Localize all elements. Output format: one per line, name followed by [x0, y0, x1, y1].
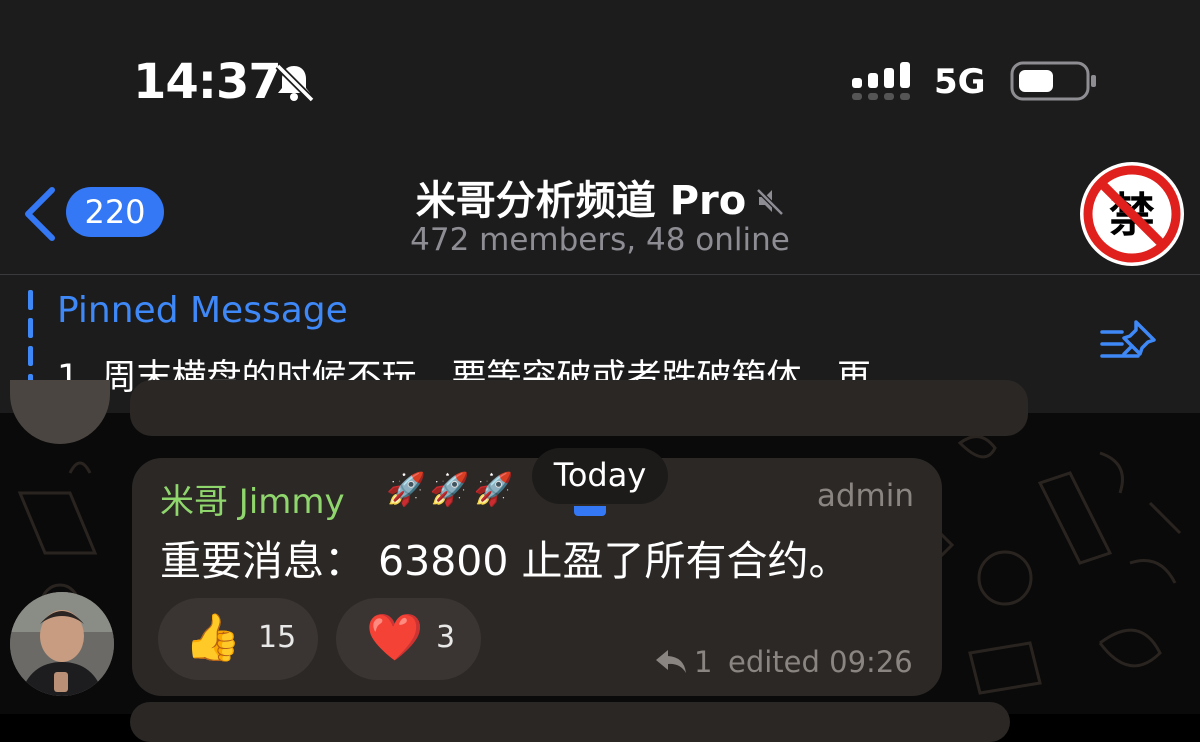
reaction-thumbs-up[interactable]: 👍 15 [158, 598, 318, 680]
sender-emoji: 🚀🚀🚀 [386, 470, 518, 508]
unread-count-badge[interactable]: 220 [66, 187, 164, 237]
channel-avatar[interactable]: 禁 [1080, 162, 1184, 266]
admin-badge: admin [816, 478, 914, 514]
sender-avatar[interactable] [10, 592, 114, 696]
thumbs-up-icon: 👍 [184, 610, 242, 664]
next-message-bubble[interactable] [130, 702, 1010, 742]
back-chevron-icon[interactable] [22, 186, 58, 246]
reaction-count: 3 [436, 620, 456, 655]
network-type: 5G [934, 62, 986, 102]
chat-subtitle: 472 members, 48 online [410, 222, 790, 258]
muted-speaker-icon [756, 180, 784, 226]
heart-icon: ❤️ [366, 610, 424, 664]
bell-slash-icon [272, 62, 316, 106]
pinned-indicator [28, 290, 33, 394]
pinned-list-icon[interactable] [1098, 318, 1160, 368]
scroll-indicator [574, 506, 606, 516]
chat-title-text: 米哥分析频道 Pro [415, 178, 747, 224]
date-separator-text: Today [553, 456, 647, 494]
message-text: 重要消息： 63800 止盈了所有合约。 [160, 537, 850, 585]
pinned-title: Pinned Message [57, 290, 348, 331]
edited-timestamp: edited 09:26 [728, 645, 913, 679]
sender-name[interactable]: 米哥 Jimmy [160, 474, 345, 523]
battery-icon [1010, 61, 1098, 105]
reply-count[interactable]: 1 [694, 645, 712, 679]
reaction-heart[interactable]: ❤️ 3 [336, 598, 481, 680]
previous-message-bubble[interactable] [130, 380, 1028, 436]
signal-icon [852, 62, 916, 106]
reply-arrow-icon[interactable] [654, 646, 688, 680]
chat-title[interactable]: 米哥分析频道 Pro [300, 168, 900, 226]
reaction-count: 15 [258, 620, 297, 655]
status-time: 14:37 [133, 54, 282, 110]
